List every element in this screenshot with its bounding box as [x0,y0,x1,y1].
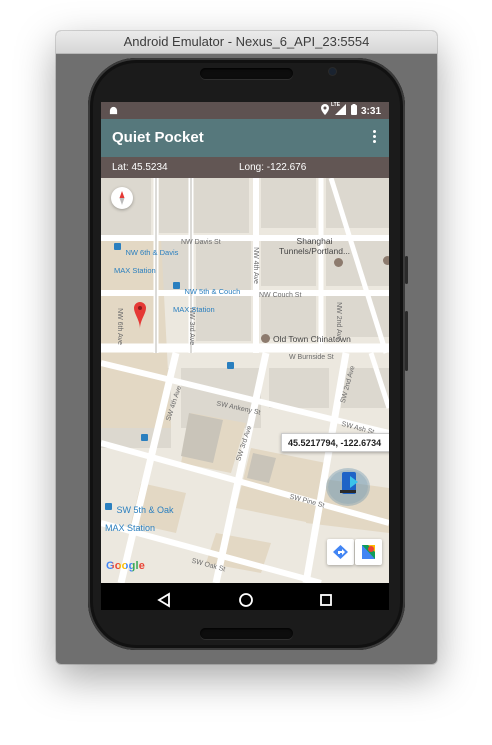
poi-marker-icon [334,258,343,267]
navigation-bar [101,583,389,610]
poi-marker-icon [383,256,389,265]
device-screen: LTE 3:31 Quiet Pocket Lat: 45.5234 Long:… [101,102,389,610]
google-wordmark: Google [106,560,146,572]
longitude-label: Long: -122.676 [239,162,307,173]
poi-marker-icon [261,334,270,343]
transit-icon [114,243,121,250]
street-nw-couch: NW Couch St [259,292,302,299]
transit-label-3: SW 5th & Oak MAX Station [105,505,174,533]
street-nw-davis: NW Davis St [181,239,221,246]
poi-old-town-chinatown[interactable]: Old Town Chinatown [273,334,351,344]
transit-stop-2[interactable]: NW 5th & Couch MAX Station [173,281,240,317]
red-location-marker[interactable] [134,302,146,334]
power-button[interactable] [405,256,408,284]
transit-icon [141,434,148,441]
app-bar: Quiet Pocket [101,119,389,157]
status-time: 3:31 [360,105,381,117]
google-maps-icon[interactable] [355,539,382,565]
top-speaker [200,68,293,79]
custom-location-marker[interactable] [328,470,368,504]
transit-label-1: NW 6th & Davis MAX Station [114,248,179,275]
volume-button[interactable] [405,311,408,371]
recents-icon[interactable] [319,592,333,610]
bottom-speaker [200,628,293,639]
poi-shanghai-tunnels[interactable]: Shanghai Tunnels/Portland... [279,236,350,256]
transit-icon [105,503,112,510]
window-title: Android Emulator - Nexus_6_API_23:5554 [56,31,437,54]
android-icon [109,106,118,118]
network-type: LTE [330,102,341,108]
transit-stop-1[interactable]: NW 6th & Davis MAX Station [114,242,178,278]
location-icon [320,104,329,118]
map-view[interactable]: NW Davis St NW Couch St W Burnside St SW… [101,178,389,583]
battery-icon [350,104,357,118]
latitude-label: Lat: 45.5234 [112,162,168,173]
street-nw-6th: NW 6th Ave [115,308,123,345]
compass-icon[interactable] [111,187,133,209]
directions-icon[interactable] [327,539,354,565]
app-title: Quiet Pocket [112,129,204,146]
home-icon[interactable] [238,592,254,610]
emulator-window: Android Emulator - Nexus_6_API_23:5554 L… [56,31,437,664]
transit-icon [227,362,234,369]
front-camera [329,68,336,75]
marker-info-window[interactable]: 45.5217794, -122.6734 [281,433,389,452]
transit-stop-3[interactable]: SW 5th & Oak MAX Station [105,500,173,536]
transit-icon [173,282,180,289]
google-attribution: Google [106,560,145,572]
transit-label-2: NW 5th & Couch MAX Station [173,287,241,314]
back-icon[interactable] [157,592,171,610]
signal-icon: LTE [330,102,347,118]
status-bar: LTE 3:31 [101,102,389,119]
street-w-burnside: W Burnside St [289,354,334,361]
coordinates-bar: Lat: 45.5234 Long: -122.676 [101,157,389,178]
overflow-menu-icon[interactable] [373,130,377,145]
street-nw-4th: NW 4th Ave [251,247,259,284]
